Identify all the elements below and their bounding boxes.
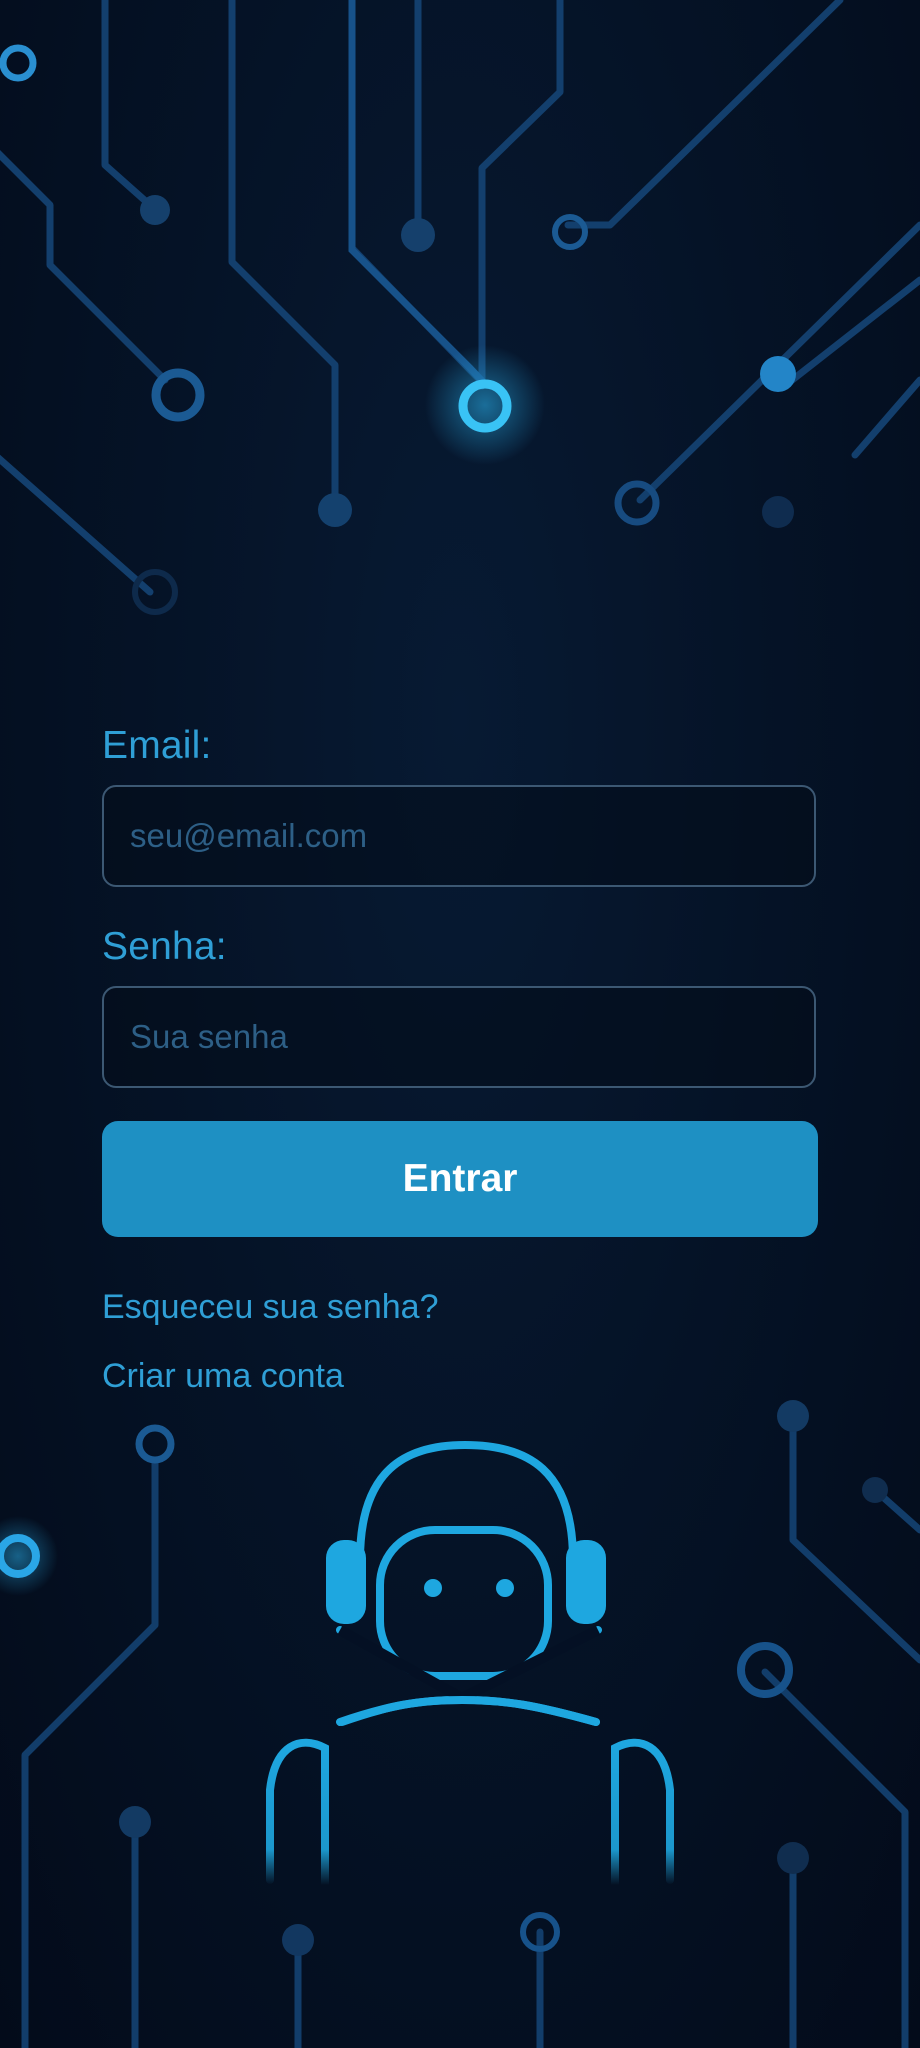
forgot-password-link[interactable]: Esqueceu sua senha? [102,1288,438,1327]
email-label: Email: [102,724,212,767]
password-input[interactable] [102,986,816,1088]
password-label: Senha: [102,925,227,968]
email-input[interactable] [102,785,816,887]
create-account-link[interactable]: Criar uma conta [102,1357,344,1396]
circuit-board-icon [0,0,920,615]
login-button[interactable]: Entrar [102,1121,818,1237]
